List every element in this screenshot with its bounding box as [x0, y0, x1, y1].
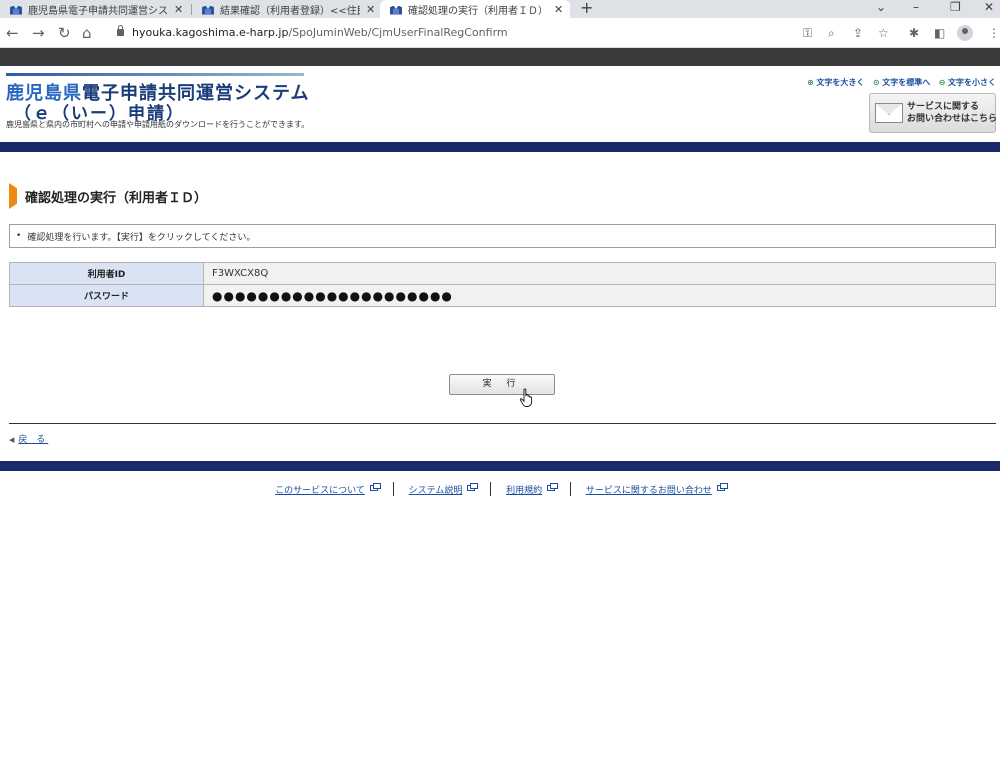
zoom-icon[interactable]: ⌕ — [828, 25, 835, 41]
forward-arrow-icon[interactable]: → — [32, 24, 45, 42]
password-value: ●●●●●●●●●●●●●●●●●●●●● — [203, 284, 996, 307]
extensions-puzzle-icon[interactable]: ✱ — [909, 25, 919, 41]
back-arrow-icon[interactable]: ← — [6, 24, 19, 42]
footer-link-system[interactable]: システム説明 — [409, 486, 463, 496]
confirmation-table: 利用者ID F3WXCX8Q パスワード ●●●●●●●●●●●●●●●●●●●… — [9, 262, 996, 307]
bullet-icon: • — [16, 231, 22, 241]
font-normal-label: 文字を標準へ — [882, 78, 931, 87]
footer-links: このサービスについて システム説明 利用規約 サービスに関するお問い合わせ — [0, 482, 1000, 496]
site-header: 鹿児島県電子申請共同運営システム （ｅ（いー）申請） 鹿児島県と県内の市町村への… — [0, 66, 1000, 142]
browser-tab-active[interactable]: 確認処理の実行（利用者ＩＤ）- ✕ — [380, 0, 570, 18]
key-icon[interactable]: ⚿ — [803, 25, 812, 41]
font-larger-label: 文字を大きく — [816, 78, 865, 87]
font-larger-link[interactable]: ⊕ 文字を大きく — [807, 78, 864, 87]
back-link-label[interactable]: 戻 る — [18, 435, 48, 445]
site-favicon-icon — [10, 4, 22, 15]
back-link[interactable]: ◀ 戻 る — [9, 432, 48, 445]
home-icon[interactable]: ⌂ — [82, 24, 92, 42]
page-title: 確認処理の実行（利用者ＩＤ） — [25, 190, 208, 206]
url-field[interactable]: hyouka.kagoshima.e-harp.jp/SpoJuminWeb/C… — [132, 26, 508, 39]
close-window-icon[interactable]: ✕ — [984, 0, 994, 18]
browser-tab[interactable]: 結果確認（利用者登録）<<住民 ✕ — [192, 0, 380, 18]
address-bar-row: ← → ↻ ⌂ hyouka.kagoshima.e-harp.jp/SpoJu… — [0, 18, 1000, 48]
site-description: 鹿児島県と県内の市町村への申請や申請用紙のダウンロードを行うことができます。 — [6, 120, 310, 129]
contact-button-label: サービスに関する お問い合わせはこちら — [907, 101, 997, 125]
zoom-reset-icon: ⊙ — [872, 78, 880, 87]
zoom-in-icon: ⊕ — [807, 78, 814, 87]
table-row: 利用者ID F3WXCX8Q — [9, 262, 996, 285]
tab-close-icon[interactable]: ✕ — [554, 3, 563, 16]
contact-line-2: お問い合わせはこちら — [907, 114, 998, 124]
instruction-text: 確認処理を行います。【実行】をクリックしてください。 — [27, 232, 256, 243]
side-panel-icon[interactable]: ◧ — [934, 25, 945, 41]
heading-marker-icon — [9, 183, 17, 209]
footer-separator — [490, 482, 492, 496]
password-label: パスワード — [9, 284, 204, 307]
back-arrow-icon: ◀ — [9, 436, 15, 444]
tab-close-icon[interactable]: ✕ — [174, 3, 183, 16]
bookmark-star-icon[interactable]: ☆ — [878, 25, 889, 41]
profile-avatar[interactable] — [957, 25, 973, 41]
envelope-icon — [875, 103, 903, 123]
external-link-icon — [467, 483, 479, 491]
new-tab-icon[interactable]: + — [580, 0, 593, 18]
browser-tab-strip: 鹿児島県電子申請共同運営システ ✕ 結果確認（利用者登録）<<住民 ✕ 確認処理… — [0, 0, 1000, 18]
footer-separator — [569, 482, 571, 496]
header-divider-band — [0, 142, 1000, 152]
footer-separator — [392, 482, 394, 496]
share-icon[interactable]: ⇪ — [853, 25, 863, 41]
font-normal-link[interactable]: ⊙ 文字を標準へ — [873, 78, 930, 87]
hand-pointer-cursor-icon — [519, 388, 533, 407]
tab-title: 鹿児島県電子申請共同運営システ — [28, 5, 168, 17]
font-size-controls: ⊕ 文字を大きく ⊙ 文字を標準へ ⊖ 文字を小さく — [801, 77, 996, 88]
site-favicon-icon — [390, 4, 402, 15]
execute-button[interactable]: 実 行 — [449, 374, 555, 395]
reload-icon[interactable]: ↻ — [58, 24, 71, 42]
tab-title: 確認処理の実行（利用者ＩＤ）- — [408, 5, 548, 17]
zoom-out-icon: ⊖ — [938, 78, 946, 87]
menu-kebab-icon[interactable]: ⋮ — [988, 25, 1000, 41]
footer-link-about[interactable]: このサービスについて — [275, 486, 365, 496]
tab-close-icon[interactable]: ✕ — [366, 3, 375, 16]
title-decoration — [6, 73, 304, 76]
footer-divider-band — [0, 461, 1000, 471]
contact-button[interactable]: サービスに関する お問い合わせはこちら — [869, 93, 997, 133]
user-id-label: 利用者ID — [9, 262, 204, 285]
font-smaller-label: 文字を小さく — [948, 78, 996, 87]
site-favicon-icon — [202, 4, 214, 15]
browser-tab[interactable]: 鹿児島県電子申請共同運営システ ✕ — [0, 0, 188, 18]
external-link-icon — [369, 483, 381, 491]
bookmarks-strip — [0, 48, 1000, 66]
instruction-notice: • 確認処理を行います。【実行】をクリックしてください。 — [9, 224, 996, 248]
table-row: パスワード ●●●●●●●●●●●●●●●●●●●●● — [9, 284, 996, 307]
font-smaller-link[interactable]: ⊖ 文字を小さく — [939, 78, 996, 87]
url-host: hyouka.kagoshima.e-harp.jp — [132, 26, 289, 39]
footer-link-terms[interactable]: 利用規約 — [506, 486, 542, 496]
tab-title: 結果確認（利用者登録）<<住民 — [220, 5, 360, 17]
content-divider — [9, 423, 996, 424]
external-link-icon — [547, 483, 559, 491]
external-link-icon — [716, 483, 728, 491]
footer-link-inquiry[interactable]: サービスに関するお問い合わせ — [586, 486, 712, 496]
contact-line-1: サービスに関する — [907, 102, 980, 112]
url-path: /SpoJuminWeb/CjmUserFinalRegConfirm — [288, 26, 508, 39]
lock-icon — [117, 25, 124, 36]
user-id-value: F3WXCX8Q — [203, 262, 996, 285]
minimize-icon[interactable]: – — [913, 0, 919, 18]
tab-search-chevron-down-icon[interactable]: ⌄ — [876, 0, 886, 18]
restore-icon[interactable]: ❐ — [950, 0, 961, 18]
page-heading: 確認処理の実行（利用者ＩＤ） — [9, 183, 207, 209]
